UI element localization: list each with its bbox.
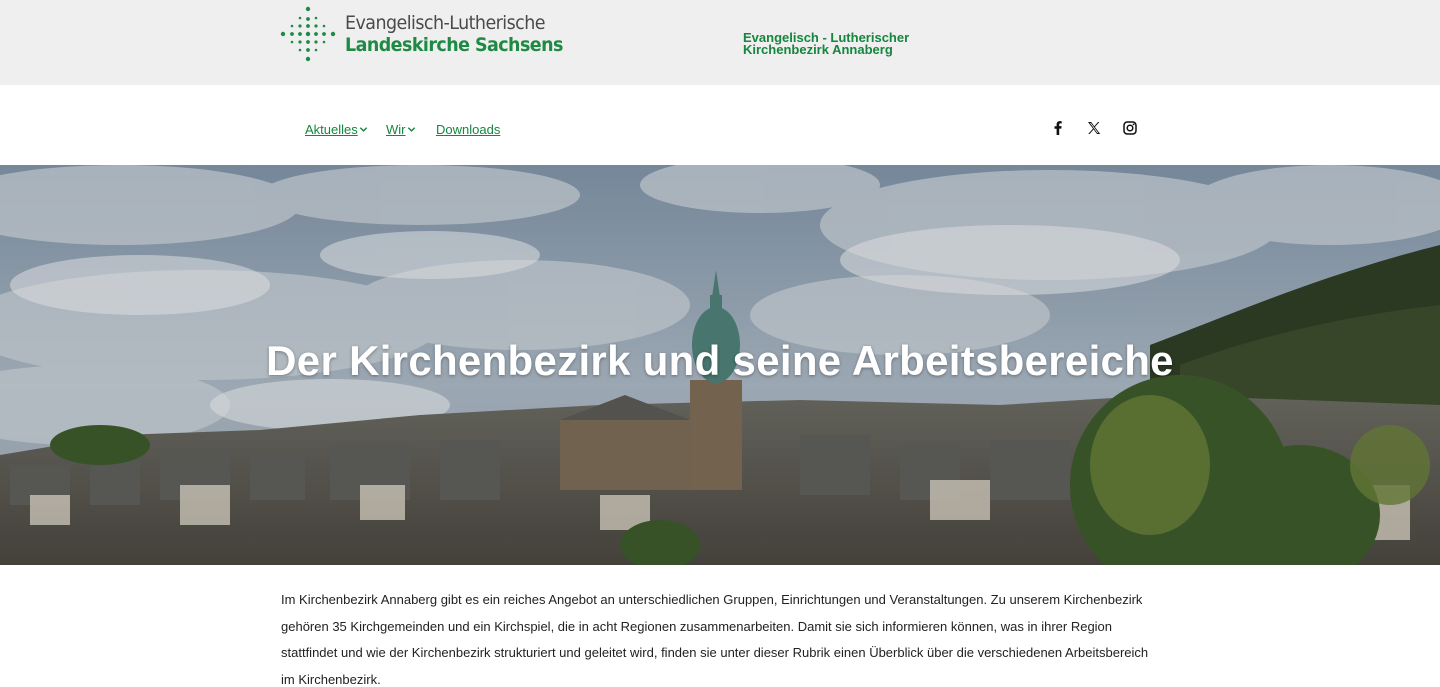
facebook-icon[interactable] (1050, 120, 1066, 136)
hero-title: Der Kirchenbezirk und seine Arbeitsberei… (266, 337, 1174, 384)
chevron-down-icon (359, 127, 367, 132)
nav-item-wir[interactable]: Wir (386, 122, 416, 137)
nav-item-label: Wir (386, 122, 406, 137)
logo-line-1: Evangelisch-Lutherische (345, 11, 545, 34)
nav-item-label: Aktuelles (305, 122, 358, 137)
district-name[interactable]: Evangelisch - Lutherischer Kirchenbezirk… (743, 31, 909, 57)
cross-dots-logo-icon (280, 6, 336, 62)
logo-wordmark: Evangelisch-Lutherische Landeskirche Sac… (345, 11, 582, 56)
x-icon[interactable] (1086, 120, 1102, 136)
nav-item-aktuelles[interactable]: Aktuelles (305, 122, 368, 137)
district-line-2: Kirchenbezirk Annaberg (743, 42, 893, 57)
logo-line-2: Landeskirche Sachsens (345, 33, 563, 56)
landeskirche-logo[interactable]: Evangelisch-Lutherische Landeskirche Sac… (280, 5, 563, 63)
main-navigation: Aktuelles Wir Downloads (0, 85, 1440, 165)
hero-banner: Der Kirchenbezirk und seine Arbeitsberei… (0, 165, 1440, 565)
top-header: Evangelisch-Lutherische Landeskirche Sac… (0, 0, 1440, 85)
chevron-down-icon (407, 127, 415, 132)
instagram-icon[interactable] (1122, 120, 1138, 136)
nav-item-downloads[interactable]: Downloads (436, 122, 500, 137)
intro-paragraph: Im Kirchenbezirk Annaberg gibt es ein re… (281, 592, 1149, 687)
nav-item-label: Downloads (436, 122, 501, 137)
